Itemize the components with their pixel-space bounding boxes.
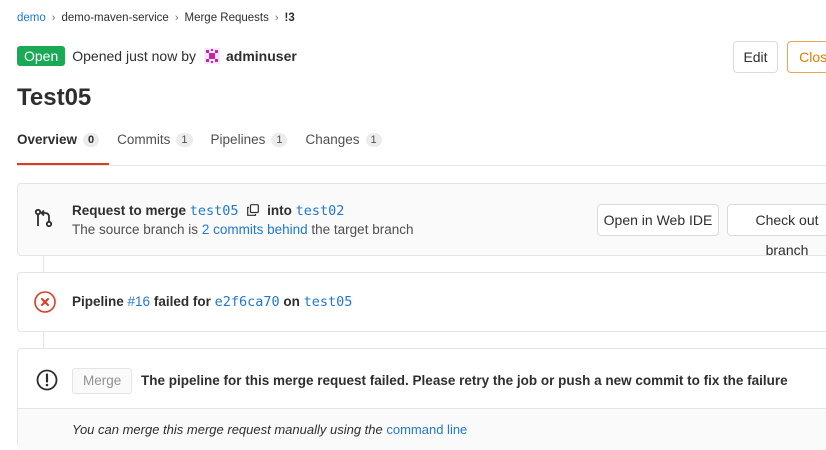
open-web-ide-button[interactable]: Open in Web IDE (597, 204, 719, 236)
tab-label: Changes (305, 132, 360, 147)
tab-pipelines[interactable]: Pipelines 1 (211, 132, 288, 147)
pipeline-branch-link[interactable]: test05 (304, 294, 353, 310)
tab-label: Pipelines (210, 132, 266, 147)
avatar[interactable] (204, 48, 220, 64)
opened-text: Opened just now by (72, 48, 196, 64)
git-merge-icon (34, 208, 53, 228)
pipeline-prefix: Pipeline (72, 294, 124, 309)
timeline-connector (43, 332, 44, 348)
tab-count: 1 (365, 132, 382, 147)
pipeline-failed-message: The pipeline for this merge request fail… (141, 373, 788, 388)
command-line-link[interactable]: command line (386, 422, 467, 437)
behind-suffix: the target branch (311, 222, 414, 237)
tab-label: Commits (117, 132, 171, 147)
source-branch-link[interactable]: test05 (190, 203, 239, 219)
breadcrumb-demo[interactable]: demo (17, 12, 46, 24)
into-text: into (267, 203, 292, 218)
tab-count: 1 (271, 132, 288, 147)
merge-prefix: Request to merge (72, 203, 187, 218)
warning-icon (36, 369, 58, 391)
manual-merge-prefix: You can merge this merge request manuall… (72, 422, 383, 437)
merge-widget-card: Merge The pipeline for this merge reques… (17, 348, 826, 450)
commit-sha-link[interactable]: e2f6ca70 (215, 294, 280, 310)
pipeline-failed-text: failed for (153, 294, 211, 309)
pipeline-status-text: Pipeline #16 failed for e2f6ca70 on test… (72, 294, 352, 310)
copy-icon[interactable] (247, 204, 260, 216)
branch-behind-text: The source branch is 2 commits behind th… (72, 222, 413, 237)
breadcrumb-mr-id[interactable]: !3 (285, 12, 295, 24)
status-failed-icon[interactable] (34, 291, 56, 313)
manual-merge-text: You can merge this merge request manuall… (72, 422, 467, 437)
tab-count: 0 (83, 132, 100, 147)
behind-prefix: The source branch is (72, 222, 199, 237)
chevron-right-icon: › (51, 12, 56, 24)
timeline-connector (43, 256, 44, 272)
pipeline-on-text: on (283, 294, 300, 309)
tab-changes[interactable]: Changes 1 (305, 132, 382, 147)
tab-commits[interactable]: Commits 1 (117, 132, 193, 147)
status-badge: Open (17, 46, 66, 66)
breadcrumb-project[interactable]: demo-maven-service (61, 12, 168, 24)
manual-merge-row: You can merge this merge request manuall… (18, 408, 826, 450)
pipeline-status-card: Pipeline #16 failed for e2f6ca70 on test… (17, 272, 826, 332)
check-out-branch-button[interactable]: Check out branch (727, 204, 826, 258)
chevron-right-icon: › (174, 12, 179, 24)
mr-status-row: Open Opened just now by adminuser (17, 46, 297, 66)
mr-tabs: Overview 0 Commits 1 Pipelines 1 Changes… (17, 132, 400, 147)
merge-button[interactable]: Merge (72, 368, 133, 394)
commits-behind-link[interactable]: 2 commits behind (202, 222, 308, 237)
pipeline-id-link[interactable]: #16 (128, 294, 151, 309)
edit-button[interactable]: Edit (733, 41, 778, 73)
target-branch-link[interactable]: test02 (296, 203, 345, 219)
page-title: Test05 (17, 84, 92, 111)
tabs-divider (17, 165, 826, 166)
close-button[interactable]: Close (787, 41, 826, 73)
breadcrumb-merge-requests[interactable]: Merge Requests (185, 12, 269, 24)
merge-branches-text: Request to merge test05 into test02 (72, 203, 344, 219)
chevron-right-icon: › (274, 12, 279, 24)
author-link[interactable]: adminuser (226, 48, 297, 64)
tab-count: 1 (176, 132, 193, 147)
tab-overview[interactable]: Overview 0 (17, 132, 100, 147)
breadcrumb: demo › demo-maven-service › Merge Reques… (17, 12, 295, 24)
tab-label: Overview (17, 132, 78, 147)
